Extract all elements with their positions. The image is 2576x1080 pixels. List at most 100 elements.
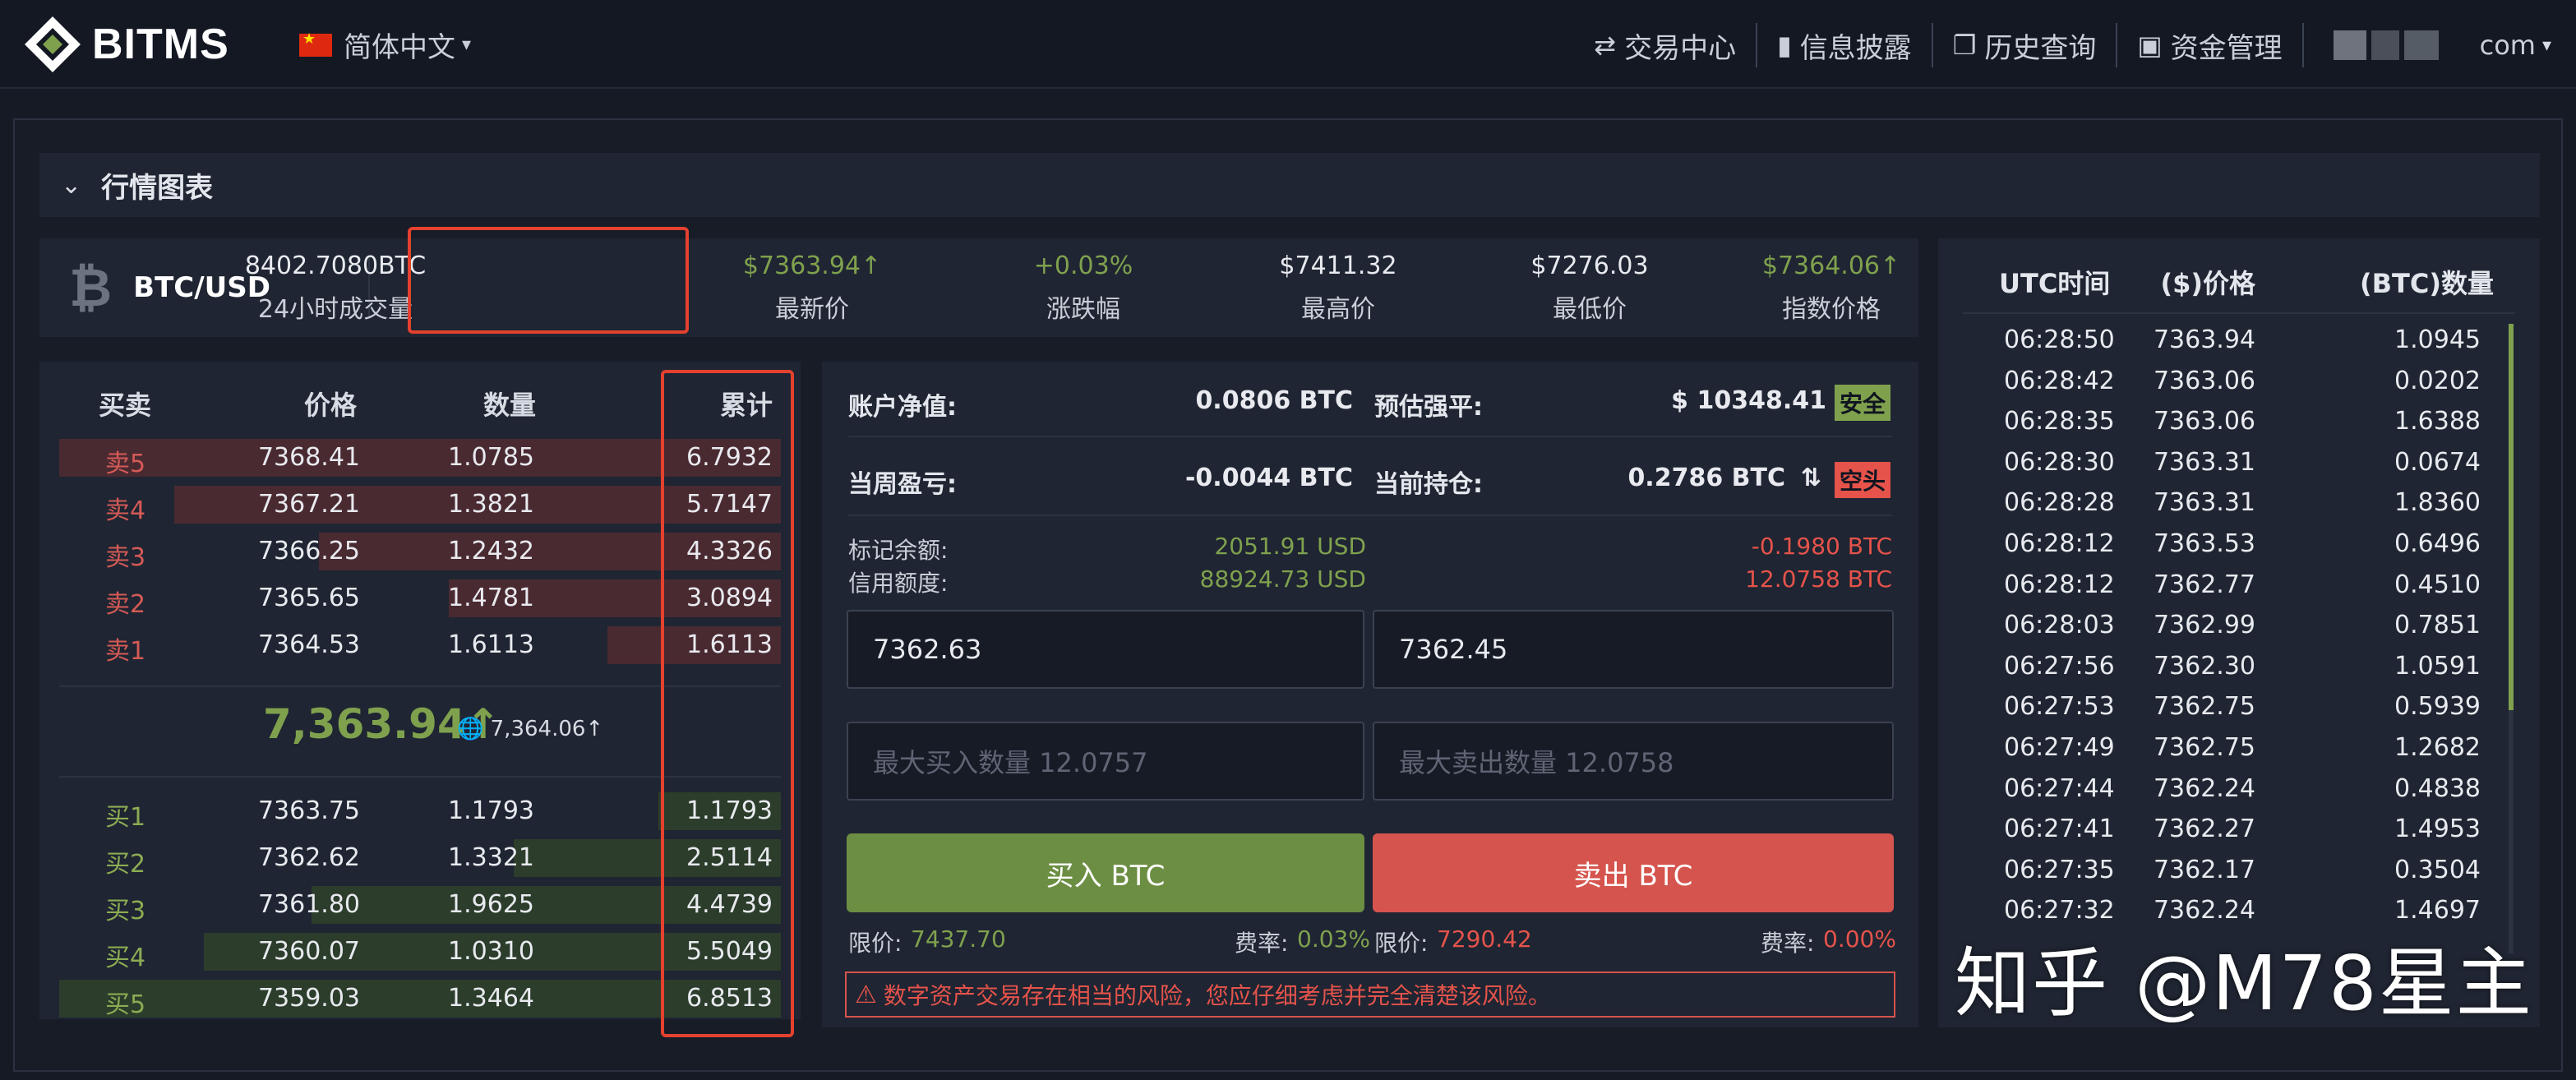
cell-price: 7361.80 (257, 890, 360, 919)
cell-time: 06:27:35 (2004, 855, 2115, 884)
brand-name: BITMS (92, 21, 229, 68)
scrollbar[interactable] (2509, 324, 2514, 953)
mid-index: 🌐 7,364.06↑ (457, 717, 603, 741)
cell-qty: 1.8360 (2394, 488, 2481, 518)
mark-balance-usd: 2051.91 USD (1214, 533, 1366, 560)
cell-time: 06:28:42 (2004, 366, 2115, 395)
cell-time: 06:28:35 (2004, 407, 2115, 436)
credit-label: 信用额度: (848, 570, 949, 597)
caret-down-icon: ▾ (2541, 35, 2551, 56)
cell-price: 7366.25 (257, 537, 360, 565)
language-selector[interactable]: 简体中文 ▾ (299, 25, 471, 65)
cell-qty: 1.4781 (448, 584, 534, 612)
cell-price: 7362.24 (2153, 773, 2255, 803)
cell-price: 7363.53 (2153, 529, 2255, 558)
trade-row: 06:27:56 7362.30 1.0591 (1938, 647, 2540, 686)
swap-icon: ⇄ (1594, 30, 1617, 61)
sell-quantity-input[interactable]: 最大卖出数量 12.0758 (1373, 722, 1894, 801)
cell-qty: 1.0785 (448, 443, 534, 472)
nav-funds[interactable]: ▣ 资金管理 (2117, 23, 2304, 67)
recent-trades: UTC时间 ($)价格 (BTC)数量 06:28:50 7363.94 1.094… (1938, 238, 2540, 1027)
divider (848, 515, 1892, 516)
warning-icon: ⚠ (855, 980, 877, 1009)
cell-qty: 0.7851 (2394, 611, 2481, 640)
nav-history[interactable]: ❐ 历史查询 (1933, 23, 2118, 67)
account-menu[interactable]: com ▾ (2304, 30, 2576, 61)
trade-panel: 账户净值: 0.0806 BTC 预估强平: $ 10348.41 安全 当周盈… (822, 362, 1918, 1027)
sort-arrows-icon[interactable]: ⇅ (1801, 464, 1821, 492)
nav-trading-center[interactable]: ⇄ 交易中心 (1574, 23, 1758, 67)
cell-qty: 0.4510 (2394, 570, 2481, 599)
cell-side: 卖2 (105, 590, 146, 619)
cell-qty: 1.4953 (2394, 815, 2481, 844)
cell-qty: 0.6496 (2394, 529, 2481, 558)
trade-row: 06:27:44 7362.24 0.4838 (1938, 769, 2540, 809)
trade-row: 06:28:12 7362.77 0.4510 (1938, 565, 2540, 605)
nav-label: 历史查询 (1984, 31, 2097, 65)
cell-time: 06:27:44 (2004, 773, 2115, 803)
cell-price: 7363.06 (2153, 366, 2255, 395)
sell-price-input[interactable]: 7362.45 (1373, 610, 1894, 689)
cell-qty: 0.0202 (2394, 366, 2481, 395)
net-value: 0.0806 BTC (1195, 386, 1353, 415)
buy-button[interactable]: 买入 BTC (847, 833, 1364, 912)
cell-time: 06:27:53 (2004, 692, 2115, 722)
trade-row: 06:27:49 7362.75 1.2682 (1938, 728, 2540, 768)
nav-disclosure[interactable]: ▮ 信息披露 (1757, 23, 1933, 67)
liquidation-value: $ 10348.41 (1671, 386, 1826, 415)
stat-value: $7363.94↑ (742, 252, 882, 280)
bitcoin-icon: ₿ (69, 257, 113, 319)
stat-label: 最低价 (1553, 295, 1627, 324)
stat-index-price: $7364.06↑ 指数价格 (1749, 252, 1914, 325)
section-title: 行情图表 (101, 171, 214, 205)
trade-row: 06:27:53 7362.75 0.5939 (1938, 687, 2540, 727)
stat-low: $7276.03 最低价 (1499, 252, 1680, 325)
cell-side: 卖4 (105, 496, 146, 525)
cell-qty: 0.3504 (2394, 855, 2481, 884)
buy-quantity-input[interactable]: 最大买入数量 12.0757 (847, 722, 1364, 801)
credit-btc: 12.0758 BTC (1745, 565, 1892, 593)
limit-fee-row: 限价: 7437.70 费率: 0.03% 限价: 7290.42 费率: 0.… (848, 925, 1896, 957)
cell-time: 06:28:12 (2004, 570, 2115, 599)
stat-high: $7411.32 最高价 (1248, 252, 1429, 325)
mark-balance-row: 标记余额: 2051.91 USD -0.1980 BTC (848, 533, 1892, 564)
cell-price: 7359.03 (257, 984, 360, 1013)
book-icon: ▮ (1777, 30, 1792, 61)
cell-price: 7363.75 (257, 796, 360, 825)
globe-icon: 🌐 (457, 717, 484, 741)
sell-button[interactable]: 卖出 BTC (1373, 833, 1894, 912)
buy-fee-label: 费率: (1235, 930, 1289, 957)
buy-fee: 0.03% (1297, 925, 1370, 953)
cell-qty: 1.6388 (2394, 407, 2481, 436)
account-suffix: com (2479, 30, 2536, 61)
cell-time: 06:28:12 (2004, 529, 2115, 558)
status-badge-safe: 安全 (1834, 385, 1890, 421)
market-chart-toggle[interactable]: ⌄ 行情图表 (39, 153, 2540, 217)
cell-price: 7362.99 (2153, 611, 2255, 640)
cell-qty: 1.3321 (448, 843, 534, 872)
briefcase-icon: ▣ (2137, 30, 2163, 61)
trade-row: 06:28:35 7363.06 1.6388 (1938, 402, 2540, 441)
cell-price: 7363.06 (2153, 407, 2255, 436)
sell-fee-label: 费率: (1761, 930, 1815, 957)
cell-side: 买2 (105, 850, 146, 879)
cell-time: 06:28:50 (2004, 325, 2115, 354)
cell-price: 7363.31 (2153, 447, 2255, 477)
liquidation-label: 预估强平: (1374, 393, 1483, 422)
credit-usd: 88924.73 USD (1199, 565, 1366, 593)
caret-down-icon: ▾ (462, 35, 472, 55)
col-qty: 数量 (483, 390, 537, 421)
risk-warning-text: 数字资产交易存在相当的风险，您应仔细考虑并完全清楚该风险。 (883, 982, 1551, 1009)
brand-logo[interactable]: BITMS (21, 15, 229, 74)
stat-label: 涨跌幅 (1046, 295, 1120, 324)
highlight-box-total (661, 370, 794, 1037)
main-nav: ⇄ 交易中心 ▮ 信息披露 ❐ 历史查询 ▣ 资金管理 com ▾ (1574, 20, 2576, 71)
document-icon: ❐ (1952, 30, 1977, 61)
buy-price-input[interactable]: 7362.63 (847, 610, 1364, 689)
cell-price: 7362.75 (2153, 733, 2255, 762)
scrollbar-thumb[interactable] (2509, 324, 2514, 710)
cell-side: 卖5 (105, 450, 146, 478)
sell-fee: 0.00% (1823, 925, 1896, 953)
highlight-box-volume (408, 227, 689, 334)
net-value-label: 账户净值: (848, 393, 957, 422)
